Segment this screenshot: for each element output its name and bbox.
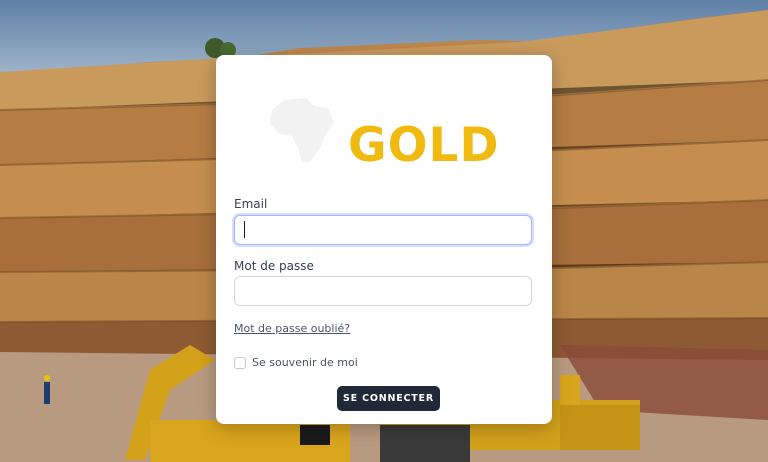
password-field[interactable] <box>234 276 532 306</box>
brand-logo-text: GOLD <box>348 118 500 173</box>
remember-me-checkbox[interactable] <box>234 357 246 369</box>
email-label: Email <box>234 197 268 211</box>
login-button[interactable]: SE CONNECTER <box>337 386 440 411</box>
africa-map-icon <box>262 96 344 166</box>
forgot-password-link[interactable]: Mot de passe oublié? <box>234 322 350 335</box>
text-caret <box>244 221 245 238</box>
remember-me-label: Se souvenir de moi <box>252 356 358 369</box>
email-field[interactable] <box>234 215 532 245</box>
password-label: Mot de passe <box>234 259 314 273</box>
